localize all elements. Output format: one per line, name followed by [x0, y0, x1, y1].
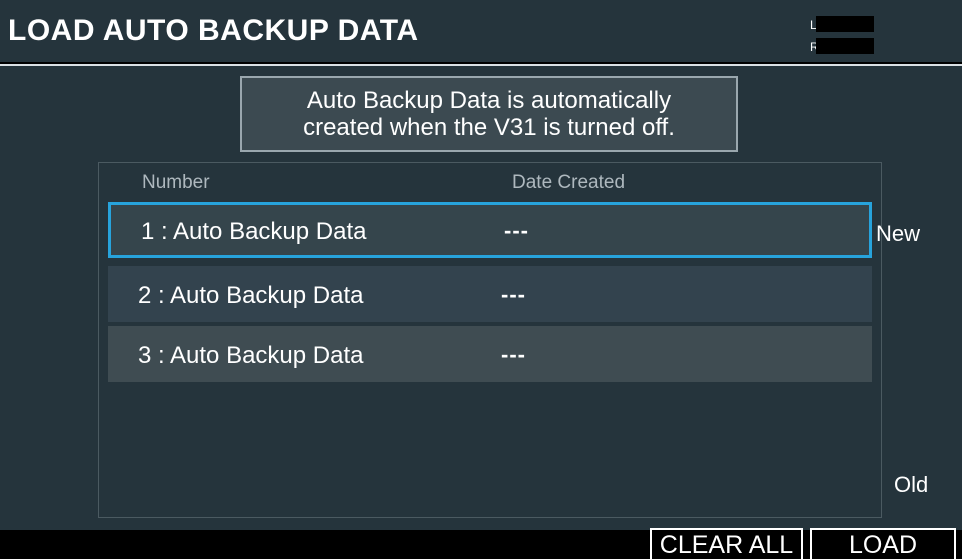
level-meter-left [816, 16, 874, 32]
backup-row-1[interactable]: 1 : Auto Backup Data --- [108, 202, 872, 258]
backup-row-number: 1 : Auto Backup Data [141, 218, 367, 245]
info-message-line-1: Auto Backup Data is automatically [306, 87, 672, 114]
info-message: Auto Backup Data is automatically create… [240, 76, 738, 152]
backup-row-date: --- [501, 282, 526, 307]
load-button[interactable]: LOAD [810, 528, 956, 559]
backup-row-2[interactable]: 2 : Auto Backup Data --- [108, 266, 872, 322]
level-meter-right [816, 38, 874, 54]
backup-row-3[interactable]: 3 : Auto Backup Data --- [108, 326, 872, 382]
backup-row-date: --- [501, 342, 526, 367]
column-header-number: Number [142, 172, 210, 193]
header-bar: LOAD AUTO BACKUP DATA L R [0, 0, 962, 62]
clear-all-button[interactable]: CLEAR ALL [650, 528, 803, 559]
order-label-old: Old [894, 472, 929, 497]
backup-row-date: --- [504, 218, 529, 243]
column-header-date-created: Date Created [512, 172, 626, 193]
backup-row-number: 2 : Auto Backup Data [138, 282, 364, 309]
order-label-new: New [876, 221, 921, 246]
info-message-line-2: created when the V31 is turned off. [303, 114, 675, 141]
screen: LOAD AUTO BACKUP DATA L R Auto Backup Da… [0, 0, 962, 559]
page-title: LOAD AUTO BACKUP DATA [8, 14, 419, 47]
backup-row-number: 3 : Auto Backup Data [138, 342, 364, 369]
